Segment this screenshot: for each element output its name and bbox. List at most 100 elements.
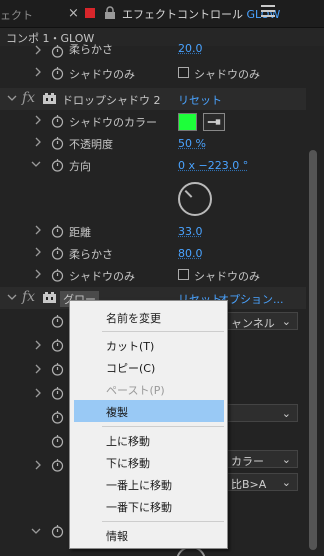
menu-item-copy[interactable]: コピー(C) [74,356,224,378]
blend-dropdown[interactable]: 比B>A ⌄ [226,473,298,491]
eyedropper-icon[interactable] [203,113,225,131]
lock-icon[interactable] [103,6,117,20]
chevron-down-icon: ⌄ [281,315,291,328]
fx-toggle-icon[interactable]: fx [22,289,35,305]
close-icon[interactable]: × [68,6,79,21]
property-row-distance: 距離 33.0 [0,220,306,242]
panel-menu-icon[interactable] [261,5,275,19]
dropdown-value: ャンネル [231,317,275,330]
channel-dropdown[interactable]: ャンネル ⌄ [226,312,298,330]
reset-link[interactable]: リセット [178,92,222,108]
menu-item-info[interactable]: 情報 [74,524,224,546]
stopwatch-icon[interactable] [51,458,64,472]
tab-effect-controls[interactable]: エフェクトコントロール GLOW [122,6,280,22]
chevron-right-icon[interactable] [33,340,43,350]
menu-item-move-up[interactable]: 上に移動 [74,429,224,451]
panel-tab-bar: ェクト × エフェクトコントロール GLOW [0,0,324,28]
property-row-shadow-only-2: シャドウのみ シャドウのみ [0,264,306,286]
chevron-right-icon[interactable] [33,388,43,398]
property-row-opacity: 不透明度 50 % [0,132,306,154]
stopwatch-icon[interactable] [51,114,64,128]
property-label: 距離 [69,226,91,239]
effect-header-drop-shadow-2: fx ドロップシャドウ 2 リセット [0,88,306,110]
chevron-down-icon: ⌄ [281,407,291,420]
chevron-down-icon[interactable] [7,93,17,103]
property-label: 不透明度 [69,138,113,151]
tab-title-prefix: エフェクトコントロール [122,8,243,21]
menu-item-rename[interactable]: 名前を変更 [74,306,224,328]
chevron-right-icon[interactable] [33,137,43,147]
menu-separator [102,426,224,427]
stopwatch-icon[interactable] [51,158,64,172]
angle-dial[interactable] [178,182,212,216]
property-row-direction: 方向 0 x −223.0 ° [0,154,306,176]
property-label: シャドウのカラー [69,116,157,129]
shadow-only-checkbox[interactable] [178,269,189,280]
chevron-right-icon[interactable] [33,115,43,125]
property-row-softness-2: 柔らかさ 80.0 [0,242,306,264]
stopwatch-icon[interactable] [51,338,64,352]
stopwatch-icon[interactable] [51,136,64,150]
stopwatch-icon[interactable] [51,434,64,448]
chevron-down-icon[interactable] [7,292,17,302]
context-menu: 名前を変更 カット(T) コピー(C) ペースト(P) 複製 上に移動 下に移動… [69,300,228,549]
chevron-down-icon[interactable] [31,526,41,536]
select-dropdown[interactable]: ⌄ [226,404,298,422]
color-swatch[interactable] [178,113,197,131]
menu-item-cut[interactable]: カット(T) [74,334,224,356]
property-value[interactable]: 0 x −223.0 ° [178,159,248,172]
stopwatch-icon[interactable] [51,66,64,80]
checkbox-label: シャドウのみ [194,68,260,81]
property-label: シャドウのみ [69,270,135,283]
color-dropdown[interactable]: カラー ⌄ [226,450,298,468]
dropdown-value: 比B>A [231,478,267,491]
chevron-right-icon[interactable] [33,247,43,257]
shadow-only-checkbox[interactable] [178,67,189,78]
stopwatch-icon[interactable] [51,410,64,424]
chevron-right-icon[interactable] [33,460,43,470]
menu-item-move-to-top[interactable]: 一番上に移動 [74,473,224,495]
chevron-down-icon[interactable] [31,159,41,169]
stopwatch-icon[interactable] [51,44,64,58]
stopwatch-icon[interactable] [51,314,64,328]
property-label: 柔らかさ [69,43,113,56]
stopwatch-icon[interactable] [51,362,64,376]
property-value[interactable]: 50 % [178,137,206,150]
effect-preset-icon [43,292,56,303]
menu-separator [102,331,224,332]
menu-item-duplicate[interactable]: 複製 [74,400,224,422]
menu-item-move-to-bottom[interactable]: 一番下に移動 [74,495,224,517]
stopwatch-icon[interactable] [51,224,64,238]
property-value[interactable]: 20.0 [178,42,203,55]
stopwatch-icon[interactable] [51,246,64,260]
tab-effects-partial[interactable]: ェクト [0,7,33,23]
effect-name: ドロップシャドウ 2 [62,94,161,107]
checkbox-label: シャドウのみ [194,270,260,283]
dropdown-value: カラー [231,455,264,468]
scrollbar-thumb[interactable] [309,150,317,550]
property-row-softness-1: 柔らかさ 20.0 [0,40,306,62]
chevron-down-icon: ⌄ [281,453,291,466]
menu-item-move-down[interactable]: 下に移動 [74,451,224,473]
effect-preset-icon [43,93,56,104]
fx-toggle-icon[interactable]: fx [22,90,35,106]
property-value[interactable]: 80.0 [178,247,203,260]
property-row-shadow-color: シャドウのカラー [0,110,306,132]
property-value[interactable]: 33.0 [178,225,203,238]
stopwatch-icon[interactable] [51,386,64,400]
property-label: 方向 [69,160,91,173]
stopwatch-icon[interactable] [51,268,64,282]
chevron-right-icon[interactable] [33,225,43,235]
property-row-shadow-only-1: シャドウのみ シャドウのみ [0,62,306,84]
menu-separator [102,521,224,522]
property-label: シャドウのみ [69,68,135,81]
chevron-right-icon[interactable] [33,45,43,55]
label-color-swatch [85,8,95,18]
stopwatch-icon[interactable] [51,524,64,538]
chevron-right-icon[interactable] [33,364,43,374]
chevron-down-icon: ⌄ [281,476,291,489]
menu-item-paste[interactable]: ペースト(P) [74,378,224,400]
chevron-right-icon[interactable] [33,67,43,77]
chevron-right-icon[interactable] [33,269,43,279]
property-label: 柔らかさ [69,248,113,261]
